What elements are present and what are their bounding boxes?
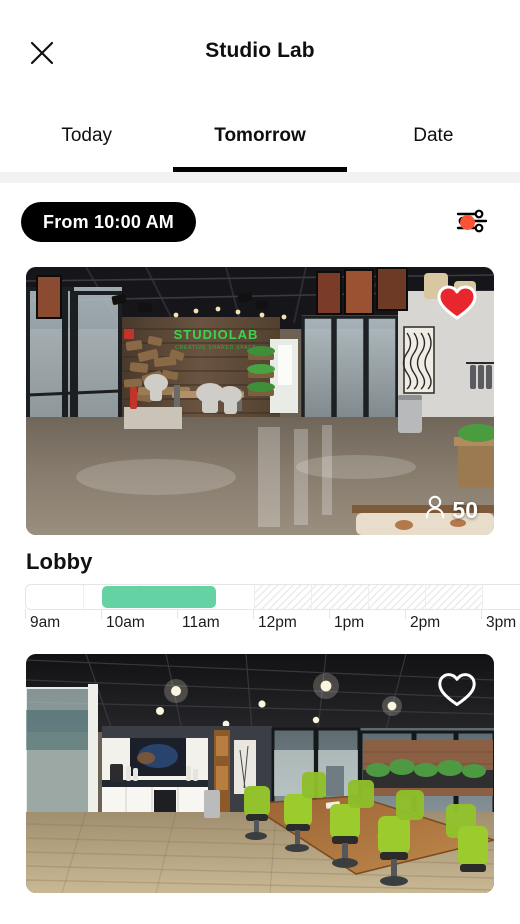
card-spacer bbox=[0, 636, 520, 654]
lobby-photo-graphic: STUDIOLAB CREATIVE SHARED SPACE bbox=[26, 267, 494, 535]
heart-filled-icon bbox=[437, 285, 477, 324]
person-icon bbox=[425, 495, 445, 525]
hour-label: 1pm bbox=[334, 614, 365, 631]
timeline-hour: 12pm bbox=[253, 609, 297, 636]
capacity-indicator: 50 bbox=[425, 495, 478, 525]
tab-date[interactable]: Date bbox=[347, 105, 520, 172]
hour-label: 2pm bbox=[410, 614, 441, 631]
timeline-hour: 9am bbox=[25, 609, 61, 636]
room-name-lobby: Lobby bbox=[26, 549, 93, 574]
tick-separator bbox=[405, 609, 406, 619]
timeline-gridline bbox=[368, 585, 369, 609]
hour-label: 11am bbox=[182, 614, 220, 631]
tick-separator bbox=[253, 609, 254, 619]
svg-text:STUDIOLAB: STUDIOLAB bbox=[174, 327, 259, 342]
room-photo-lobby[interactable]: STUDIOLAB CREATIVE SHARED SPACE 50 bbox=[26, 267, 494, 535]
hour-label: 9am bbox=[30, 614, 61, 631]
timeline-booked-block[interactable] bbox=[102, 586, 216, 608]
room-photo-boardroom[interactable] bbox=[26, 654, 494, 893]
timeline-track[interactable] bbox=[25, 584, 520, 610]
filter-settings-button[interactable] bbox=[448, 201, 496, 243]
boardroom-photo-graphic bbox=[26, 654, 494, 893]
room-list: STUDIOLAB CREATIVE SHARED SPACE 50 Lobby… bbox=[0, 267, 520, 893]
start-time-filter-button[interactable]: From 10:00 AM bbox=[21, 202, 196, 242]
hour-label: 12pm bbox=[258, 614, 297, 631]
tick-separator bbox=[177, 609, 178, 619]
favorite-button[interactable] bbox=[434, 281, 480, 327]
timeline-gridline bbox=[83, 585, 84, 609]
booking-screen: Studio Lab Today Tomorrow Date From 10:0… bbox=[0, 0, 520, 924]
capacity-value: 50 bbox=[452, 496, 478, 523]
hour-label: 10am bbox=[106, 614, 145, 631]
room-card-boardroom[interactable] bbox=[0, 654, 520, 893]
heart-outline-icon bbox=[437, 672, 477, 711]
room-card-lobby[interactable]: STUDIOLAB CREATIVE SHARED SPACE 50 Lobby… bbox=[0, 267, 520, 636]
room-card[interactable]: STUDIOLAB CREATIVE SHARED SPACE 50 bbox=[26, 267, 494, 535]
room-card[interactable] bbox=[26, 654, 494, 893]
timeline-hour: 10am bbox=[101, 609, 145, 636]
tab-today[interactable]: Today bbox=[0, 105, 173, 172]
tick-separator bbox=[25, 609, 26, 619]
timeline-gridline bbox=[482, 585, 483, 609]
timeline-hour: 2pm bbox=[405, 609, 441, 636]
timeline-gridline bbox=[425, 585, 426, 609]
hour-label: 3pm bbox=[486, 614, 517, 631]
availability-timeline-lobby[interactable]: 9am 10am 11am 12pm 1pm 2pm 3pm bbox=[25, 584, 520, 636]
tab-tomorrow[interactable]: Tomorrow bbox=[173, 105, 346, 172]
timeline-gridline bbox=[254, 585, 255, 609]
timeline-hour: 1pm bbox=[329, 609, 365, 636]
tick-separator bbox=[481, 609, 482, 619]
timeline-hour: 11am bbox=[177, 609, 220, 636]
tick-separator bbox=[101, 609, 102, 619]
timeline-hour-labels: 9am 10am 11am 12pm 1pm 2pm 3pm bbox=[25, 609, 520, 636]
page-title: Studio Lab bbox=[205, 39, 315, 62]
section-divider bbox=[0, 172, 520, 183]
app-header: Studio Lab bbox=[0, 0, 520, 105]
favorite-button[interactable] bbox=[434, 668, 480, 714]
svg-text:CREATIVE SHARED SPACE: CREATIVE SHARED SPACE bbox=[175, 345, 257, 351]
active-tab-indicator bbox=[173, 167, 347, 172]
timeline-gridline bbox=[311, 585, 312, 609]
timeline-hour: 3pm bbox=[481, 609, 517, 636]
filter-active-badge bbox=[460, 215, 475, 230]
filter-bar: From 10:00 AM bbox=[0, 183, 520, 267]
tick-separator bbox=[329, 609, 330, 619]
tab-bar: Today Tomorrow Date bbox=[0, 105, 520, 172]
